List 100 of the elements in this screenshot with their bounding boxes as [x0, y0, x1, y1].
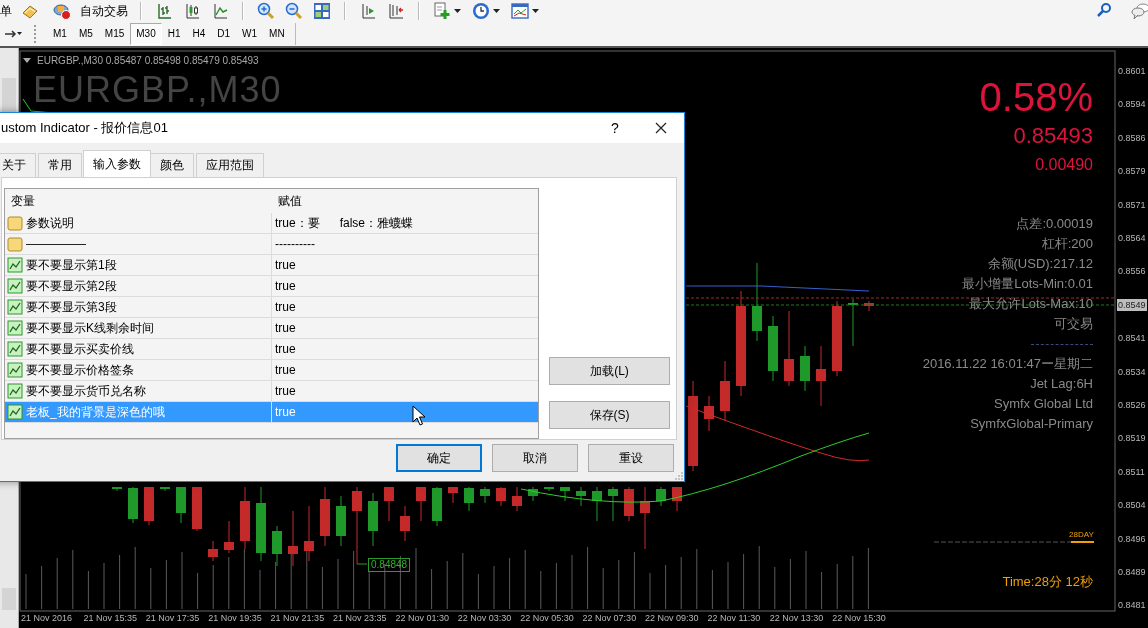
candlestick [208, 540, 218, 562]
caret-icon[interactable] [493, 9, 500, 13]
chat-icon[interactable] [1131, 2, 1148, 20]
candlestick [512, 486, 522, 512]
timeframe-button[interactable]: D1 [211, 23, 237, 45]
time-axis-label: 21 Nov 2016 [21, 613, 73, 623]
dialog-title: ustom Indicator - 报价信息01 [1, 119, 169, 137]
timeframe-button[interactable]: M15 [98, 23, 131, 45]
side-button[interactable]: 加载(L) [549, 357, 670, 385]
candlestick [368, 492, 378, 547]
value-cell-text: ---------- [274, 237, 315, 251]
candlestick [176, 486, 186, 524]
line-chart-parameter-icon [7, 320, 23, 336]
timeframe-button[interactable]: MN [263, 23, 291, 45]
line-chart-parameter-icon [7, 278, 23, 294]
timeframe-button[interactable]: H1 [161, 23, 187, 45]
column-header: 赋值 [277, 192, 303, 210]
time-axis-label: 21 Nov 17:35 [145, 613, 200, 623]
value-cell-text: true [274, 405, 296, 419]
tile-windows-icon[interactable] [313, 2, 331, 20]
candlestick [672, 486, 682, 512]
candlestick [128, 486, 138, 524]
price-axis-label: 0.8526 [1117, 399, 1147, 411]
info-text: 最小增量Lots-Min:0.01 [962, 275, 1093, 293]
low-price-label: 0.84848 [368, 558, 411, 572]
candlestick [848, 298, 858, 347]
bar-timer: Time:28分 12秒 [1002, 573, 1093, 591]
time-axis-label: 21 Nov 19:35 [208, 613, 262, 623]
info-text: 2016.11.22 16:01:47ー星期二 [922, 355, 1093, 373]
dialog-button[interactable]: 确定 [396, 444, 482, 472]
timeframe-button[interactable]: M1 [47, 23, 73, 45]
zoom-in-icon[interactable] [257, 2, 275, 20]
variable-cell: 参数说明 [26, 214, 74, 232]
chart-shift-icon[interactable] [387, 2, 405, 20]
time-axis-label: 22 Nov 07:30 [582, 613, 637, 623]
candlestick [624, 486, 634, 522]
value-cell-text: true：要 false：雅蠛蝶 [274, 214, 414, 232]
price-axis-label: 0.8586 [1117, 131, 1147, 144]
timeframe-button[interactable]: W1 [236, 23, 264, 45]
text-parameter-icon [7, 236, 23, 252]
line-chart-icon[interactable] [211, 2, 229, 20]
candlestick [144, 486, 154, 526]
parameter-row[interactable]: 要不要显示第2段 true [5, 276, 538, 297]
current-price: 0.85493 [1013, 122, 1093, 150]
autoscroll-icon[interactable] [359, 2, 377, 20]
bar-chart-icon[interactable] [155, 2, 173, 20]
tab[interactable]: 常用 [38, 153, 82, 177]
dialog-button[interactable]: 取消 [492, 444, 578, 472]
line-chart-parameter-icon [7, 299, 23, 315]
price-axis-label: 0.8579 [1117, 165, 1147, 178]
resize-grip-icon[interactable] [675, 472, 683, 480]
timeframe-button[interactable]: M5 [72, 23, 99, 45]
caret-icon[interactable] [454, 9, 461, 13]
value-cell-text: true [274, 342, 296, 356]
side-button[interactable]: 保存(S) [549, 401, 670, 429]
parameter-row[interactable]: 要不要显示K线剩余时间 true [5, 318, 538, 339]
time-axis-label: 21 Nov 21:35 [270, 613, 325, 623]
variable-cell: 要不要显示K线剩余时间 [26, 319, 154, 337]
parameter-row[interactable]: 要不要显示第1段 true [5, 255, 538, 276]
time-axis-label: 21 Nov 15:35 [83, 613, 137, 623]
caret-icon[interactable] [532, 9, 539, 13]
candlestick-icon[interactable] [183, 2, 201, 20]
line-chart-parameter-icon [7, 341, 23, 357]
parameter-row[interactable]: 要不要显示买卖价线 true [5, 339, 538, 360]
timeframe-button[interactable]: H4 [186, 23, 212, 45]
dropdown-triangle-icon[interactable] [23, 58, 31, 63]
candlestick [320, 486, 330, 547]
orders-button[interactable]: 单 [0, 1, 16, 21]
candlestick [608, 486, 618, 522]
tab[interactable]: 输入参数 [83, 150, 151, 177]
dialog-button[interactable]: 重设 [588, 444, 674, 472]
help-button[interactable]: ? [592, 120, 638, 136]
info-text: 杠杆:200 [1041, 235, 1093, 253]
candlestick [576, 486, 586, 507]
zoom-out-icon[interactable] [285, 2, 303, 20]
parameter-row[interactable]: 要不要显示第3段 true [5, 297, 538, 318]
candlestick [464, 486, 474, 512]
candlestick [432, 486, 442, 527]
parameter-row[interactable]: ————— ---------- [5, 234, 538, 255]
price-axis-label: 0.8541 [1117, 332, 1147, 345]
autotrading-button[interactable]: 自动交易 [44, 1, 132, 21]
info-text: 最大允许Lots-Max:10 [969, 295, 1093, 313]
time-axis-label: 22 Nov 13:30 [769, 613, 824, 623]
time-axis-label: 22 Nov 11:30 [707, 613, 761, 623]
symbol-label: EURGBP.,M30 [33, 70, 282, 110]
tab[interactable]: 颜色 [150, 153, 194, 177]
timeframe-button[interactable]: M30 [130, 23, 162, 45]
value-cell-text: true [274, 258, 296, 272]
current-price-label: 0.8549 [1117, 298, 1147, 311]
time-axis-label: 22 Nov 09:30 [645, 613, 699, 623]
parameter-row[interactable]: 要不要显示价格签条 true [5, 360, 538, 381]
candlestick [480, 486, 490, 504]
tab[interactable]: 关于 [0, 153, 36, 177]
price-change: 0.00490 [1035, 155, 1093, 175]
parameter-row[interactable]: 参数说明 true：要 false：雅蠛蝶 [5, 213, 538, 234]
candlestick [528, 486, 538, 502]
price-axis-label: 0.8571 [1117, 198, 1147, 211]
clock-icon[interactable] [472, 2, 490, 20]
tab[interactable]: 应用范围 [196, 153, 264, 177]
template-icon[interactable] [511, 2, 529, 20]
